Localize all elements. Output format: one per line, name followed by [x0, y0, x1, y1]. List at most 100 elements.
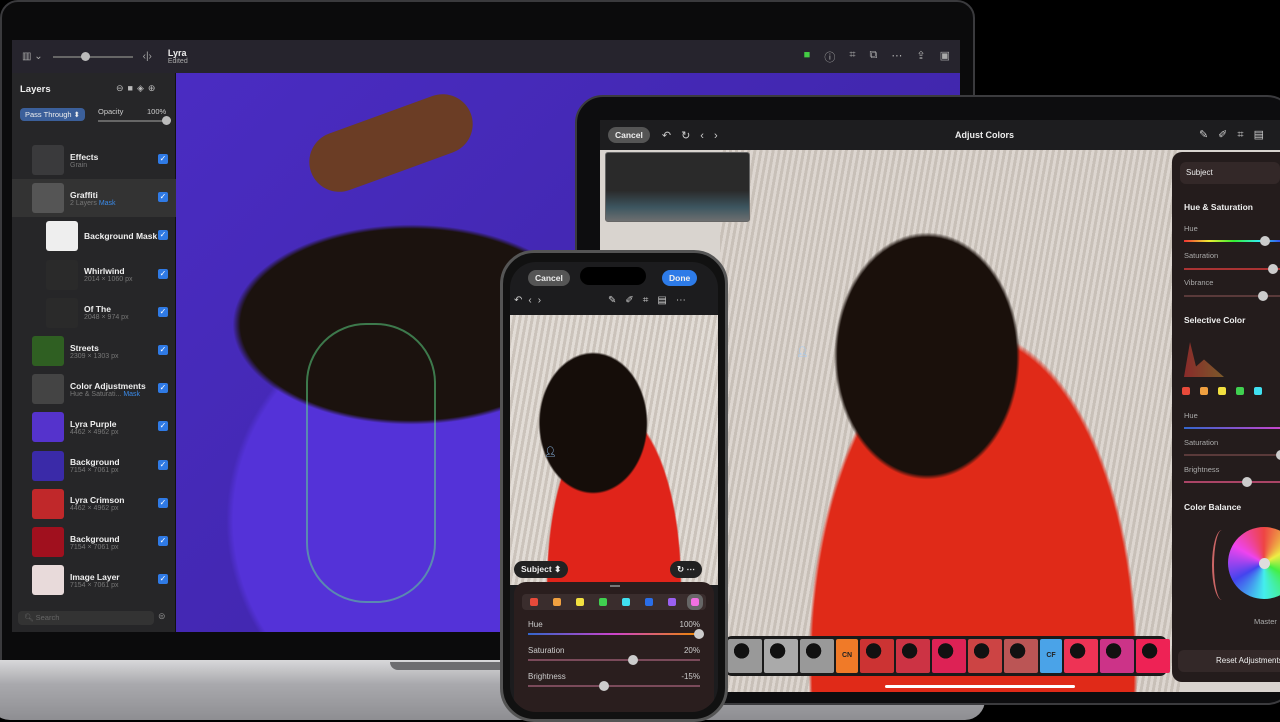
layer-visibility-checkbox[interactable]: ✓ [158, 459, 168, 470]
more-icon[interactable]: ⋯ [891, 49, 902, 65]
grabber[interactable] [610, 585, 620, 587]
color-swatch[interactable] [667, 598, 676, 606]
layer-row[interactable]: Color Adjustments Hue & Saturati... Mask ✓ [12, 370, 176, 408]
layer-row[interactable]: Background 7154 × 7061 px ✓ [12, 447, 176, 485]
iphone-cancel-button[interactable]: Cancel [528, 270, 570, 286]
ipad-undo-redo-compare-icons[interactable]: ↶↻‹› [662, 129, 728, 142]
layer-visibility-checkbox[interactable]: ✓ [158, 230, 168, 241]
sel-brightness-label: Brightness [1184, 465, 1220, 474]
layer-row[interactable]: Of The 2048 × 974 px ✓ [12, 294, 176, 332]
layer-row[interactable]: Effects Grain ✓ [12, 141, 176, 179]
iphone-reset-more-buttons[interactable]: ↻ ⋯ [670, 561, 702, 578]
color-swatch[interactable] [1182, 387, 1190, 395]
preset-group-badge[interactable]: CF [1040, 639, 1062, 673]
layer-visibility-checkbox[interactable]: ✓ [158, 421, 168, 432]
saturation-slider[interactable] [1184, 264, 1280, 274]
zoom-slider[interactable] [52, 51, 133, 61]
layers-search-input[interactable]: 🔍︎ Search [18, 611, 154, 625]
preset-thumbnail[interactable] [1100, 639, 1134, 673]
sel-brightness-slider[interactable] [1184, 477, 1280, 487]
blend-mode-select[interactable]: Pass Through ⬍ [20, 108, 85, 121]
layer-row[interactable]: Background 7154 × 7061 px ✓ [12, 523, 176, 561]
layer-visibility-checkbox[interactable]: ✓ [158, 268, 168, 279]
reset-adjustments-button[interactable]: Reset Adjustments [1178, 650, 1280, 672]
compare-icon[interactable]: ‹|› [143, 51, 152, 62]
hue-slider[interactable] [1184, 236, 1280, 246]
layer-row[interactable]: Graffiti 2 Layers Mask ✓ [12, 179, 176, 218]
subject-select[interactable]: Subject [1180, 162, 1280, 184]
preset-thumbnail[interactable] [860, 639, 894, 673]
preset-thumbnail[interactable] [728, 639, 762, 673]
adjust-slider[interactable] [528, 681, 700, 691]
color-swatch[interactable] [552, 598, 561, 606]
sel-saturation-slider[interactable] [1184, 450, 1280, 460]
opacity-slider[interactable] [98, 116, 171, 125]
layer-visibility-checkbox[interactable]: ✓ [158, 383, 168, 394]
preset-group-badge[interactable]: CN [836, 639, 858, 673]
color-swatch[interactable] [1254, 387, 1262, 395]
preset-thumbnail[interactable] [1136, 639, 1170, 673]
color-swatch[interactable] [1200, 387, 1208, 395]
layer-visibility-checkbox[interactable]: ✓ [158, 306, 168, 317]
preset-thumbnail[interactable] [764, 639, 798, 673]
vibrance-slider[interactable] [1184, 291, 1280, 301]
layer-mask-link[interactable]: Mask [123, 391, 140, 398]
layer-name: Background Mask [84, 231, 158, 242]
adjust-slider[interactable] [528, 655, 700, 665]
layer-visibility-checkbox[interactable]: ✓ [158, 192, 168, 203]
layer-tools-icons[interactable]: ⊖■◈⊕ [116, 83, 159, 94]
preset-thumbnail[interactable] [1004, 639, 1038, 673]
color-adjust-icon[interactable]: ■ [804, 49, 811, 65]
ipad-cancel-button[interactable]: Cancel [608, 127, 650, 143]
color-swatches[interactable] [522, 594, 706, 610]
layer-row[interactable]: Lyra Crimson 4462 × 4962 px ✓ [12, 485, 176, 523]
color-swatches[interactable] [1182, 387, 1262, 395]
layer-visibility-checkbox[interactable]: ✓ [158, 536, 168, 546]
preset-thumbnail[interactable] [968, 639, 1002, 673]
layer-visibility-checkbox[interactable]: ✓ [158, 497, 168, 508]
layer-row[interactable]: Image Layer 7154 × 7061 px ✓ [12, 561, 176, 599]
filter-icon[interactable]: ⊜ [158, 611, 166, 622]
iphone-subject-select[interactable]: Subject ⬍ [514, 561, 569, 578]
color-swatch[interactable] [529, 598, 538, 606]
layer-visibility-checkbox[interactable]: ✓ [158, 574, 168, 585]
preset-thumbnail[interactable] [1064, 639, 1098, 673]
sel-hue-slider[interactable] [1184, 427, 1280, 429]
layer-row[interactable]: Background Mask ✓ [12, 217, 176, 255]
layer-name: Lyra Purple [70, 418, 117, 429]
preset-thumbnail[interactable] [896, 639, 930, 673]
selective-color-title: Selective Color [1184, 315, 1246, 325]
layer-row[interactable]: Streets 2309 × 1303 px ✓ [12, 332, 176, 370]
layer-row[interactable]: Lyra Purple 4462 × 4962 px ✓ [12, 408, 176, 446]
sidebar-toggle-icon[interactable]: ▥ ⌄ [22, 51, 43, 62]
ipad-tool-icons[interactable]: ✎✐⌗▤ [1199, 128, 1274, 142]
color-swatch[interactable] [621, 598, 630, 606]
color-swatch[interactable] [686, 594, 703, 610]
preset-thumbnail[interactable] [800, 639, 834, 673]
layer-visibility-checkbox[interactable]: ✓ [158, 345, 168, 355]
color-swatch[interactable] [598, 598, 607, 606]
layer-name: Lyra Crimson [70, 495, 125, 506]
arrange-icon[interactable]: ⧉ [870, 49, 878, 65]
color-swatch[interactable] [644, 598, 653, 606]
adjust-slider[interactable] [528, 629, 704, 639]
iphone-undo-compare-icons[interactable]: ↶‹› [514, 295, 547, 306]
color-swatch[interactable] [575, 598, 584, 606]
iphone-tool-icons[interactable]: ✎✐⌗▤⋯ [608, 295, 695, 306]
iphone-done-button[interactable]: Done [662, 270, 698, 286]
select-subject-icon[interactable]: ⌗ [849, 49, 855, 65]
layer-row[interactable]: Whirlwind 2014 × 1060 px ✓ [12, 256, 176, 294]
info-icon[interactable]: ⓘ [824, 49, 835, 65]
layer-visibility-checkbox[interactable]: ✓ [158, 154, 168, 164]
color-swatch[interactable] [1218, 387, 1226, 395]
layer-info: 2048 × 974 px [84, 314, 129, 322]
share-icon[interactable]: ⇪ [916, 49, 925, 65]
preset-filmstrip[interactable]: CN CF [725, 636, 1170, 676]
luminance-arc[interactable] [1212, 530, 1232, 600]
sidebar-right-icon[interactable]: ▣ [940, 49, 950, 65]
iphone-adjust-panel: Hue 100% Saturation 20% Brightness -15% [514, 582, 714, 712]
preset-thumbnail[interactable] [932, 639, 966, 673]
color-swatch[interactable] [1236, 387, 1244, 395]
color-wheel[interactable] [1228, 527, 1280, 599]
layer-mask-link[interactable]: Mask [99, 200, 116, 207]
